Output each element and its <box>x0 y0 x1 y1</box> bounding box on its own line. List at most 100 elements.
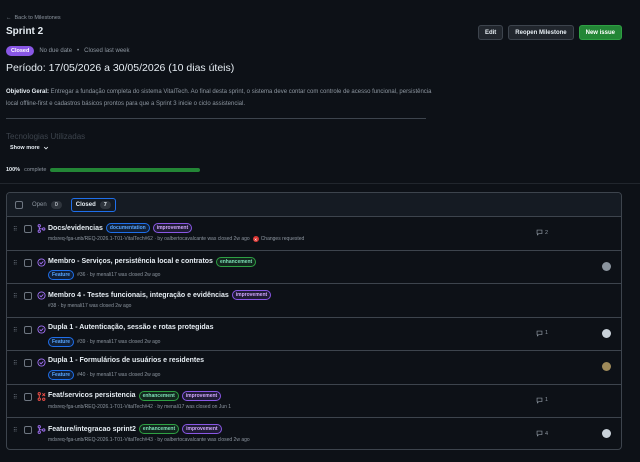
comment-count-value: 2 <box>545 229 549 236</box>
row-checkbox[interactable] <box>24 225 32 233</box>
back-link[interactable]: ← Back to Milestones <box>6 15 61 21</box>
drag-handle-icon[interactable]: ⠿ <box>13 360 17 367</box>
comment-count[interactable]: 1 <box>536 397 548 404</box>
list-item[interactable]: ⠿ Feat/servicos persistencia enhancement i… <box>7 385 621 418</box>
issue-label[interactable]: enhancement <box>138 390 179 401</box>
issue-title[interactable]: Dupla 1 - Formulários de usuários e resi… <box>48 357 204 364</box>
comment-count[interactable]: 1 <box>536 330 548 337</box>
list-item[interactable]: ⠿ Docs/evidencias documentation improvemen… <box>7 217 621 251</box>
issue-title-row: Docs/evidencias documentation improvement <box>48 223 193 233</box>
progress-percent: 100% <box>6 167 21 173</box>
drag-handle-icon[interactable]: ⠿ <box>13 293 17 300</box>
issue-subtitle: mdsreq-fga-unb/REQ-2026.1-T01-VitalTech#… <box>48 404 231 410</box>
x-circle-icon: ✕ <box>252 236 259 242</box>
comment-count-value: 1 <box>545 330 549 336</box>
issue-subtitle: mdsreq-fga-unb/REQ-2026.1-T01-VitalTech#… <box>48 236 304 242</box>
progress-summary: 100% complete <box>6 167 201 173</box>
issue-title-row: Membro 4 - Testes funcionais, integração… <box>48 290 272 300</box>
tab-closed[interactable]: Closed 7 <box>70 197 116 212</box>
avatar[interactable] <box>602 261 611 271</box>
list-item[interactable]: ⠿ Dupla 1 - Formulários de usuários e re… <box>7 351 621 385</box>
issue-label[interactable]: improvement <box>182 424 222 434</box>
avatar[interactable] <box>602 362 611 371</box>
tab-open-count: 0 <box>50 200 62 209</box>
description-text: Entregar a fundação completa do sistema … <box>6 89 432 107</box>
issue-subtitle: mdsreq-fga-unb/REQ-2026.1-T01-VitalTech#… <box>48 437 250 443</box>
issue-title[interactable]: Dupla 1 - Autenticação, sessão e rotas p… <box>48 324 213 331</box>
description-divider <box>6 118 426 119</box>
drag-handle-icon[interactable]: ⠿ <box>13 394 17 401</box>
issue-meta: mdsreq-fga-unb/REQ-2026.1-T01-VitalTech#… <box>48 437 250 443</box>
issue-title[interactable]: Feat/servicos persistencia <box>48 392 136 399</box>
drag-handle-icon[interactable]: ⠿ <box>13 226 17 233</box>
issue-title[interactable]: Membro 4 - Testes funcionais, integração… <box>48 292 229 299</box>
show-more-label: Show more <box>10 145 40 151</box>
issue-meta: #39 · by menali17 was closed 2w ago <box>77 338 161 345</box>
status-badge: Closed <box>6 46 35 56</box>
list-item[interactable]: ⠿ Feature/integracao sprint2 enhancement i… <box>7 418 621 449</box>
row-checkbox[interactable] <box>24 292 32 300</box>
issue-meta: #38 · by menali17 was closed 2w ago <box>48 303 132 309</box>
row-checkbox[interactable] <box>24 258 32 267</box>
list-item[interactable]: ⠿ Dupla 1 - Autenticação, sessão e rotas… <box>7 318 621 351</box>
row-checkbox[interactable] <box>24 325 32 334</box>
arrow-left-icon: ← <box>6 15 12 21</box>
tab-closed-count: 7 <box>99 200 111 209</box>
comment-count[interactable]: 4 <box>536 430 548 437</box>
review-status-label: Changes requested <box>260 236 305 242</box>
issue-type-badge[interactable]: Feature <box>48 336 75 347</box>
row-checkbox[interactable] <box>24 426 32 434</box>
avatar[interactable] <box>602 328 611 338</box>
issue-type-badge[interactable]: Feature <box>48 269 75 280</box>
comment-icon <box>536 330 543 337</box>
tab-open-label: Open <box>32 201 47 208</box>
row-checkbox[interactable] <box>24 359 32 367</box>
tab-open[interactable]: Open 0 <box>28 199 66 211</box>
issue-title[interactable]: Docs/evidencias <box>48 225 103 232</box>
edit-button[interactable]: Edit <box>477 25 504 40</box>
issue-title[interactable]: Membro - Serviços, persistência local e … <box>48 258 213 265</box>
issue-title-row: Dupla 1 - Formulários de usuários e resi… <box>48 357 204 364</box>
comment-count[interactable]: 2 <box>536 229 548 236</box>
issue-title[interactable]: Feature/integracao sprint2 <box>48 426 136 433</box>
issue-closed-icon <box>37 257 46 267</box>
select-all-checkbox[interactable] <box>15 200 23 209</box>
progress-fill <box>50 168 201 172</box>
drag-handle-icon[interactable]: ⠿ <box>13 327 17 334</box>
avatar[interactable] <box>602 429 611 438</box>
milestone-meta: Closed No due date • Closed last week <box>6 46 130 56</box>
comment-count-value: 1 <box>545 397 549 403</box>
list-item[interactable]: ⠿ Membro 4 - Testes funcionais, integraç… <box>7 284 621 318</box>
header-actions: Edit Reopen Milestone New issue <box>477 25 622 40</box>
show-more-button[interactable]: Show more <box>10 145 49 151</box>
row-checkbox[interactable] <box>24 392 32 401</box>
issue-type-badge[interactable]: Feature <box>48 370 75 380</box>
issue-title-row: Dupla 1 - Autenticação, sessão e rotas p… <box>48 324 213 331</box>
new-issue-button[interactable]: New issue <box>578 25 622 40</box>
closed-date: Closed last week <box>84 48 130 54</box>
drag-handle-icon[interactable]: ⠿ <box>13 260 17 267</box>
reopen-milestone-button[interactable]: Reopen Milestone <box>508 25 574 40</box>
due-date: No due date <box>39 48 73 54</box>
issue-list: Open 0 Closed 7 ⠿ Docs/evidencias documen… <box>6 192 622 450</box>
issue-subtitle: Feature #39 · by menali17 was closed 2w a… <box>48 336 161 347</box>
issue-closed-icon <box>37 358 46 367</box>
issue-meta: mdsreq-fga-unb/REQ-2026.1-T01-VitalTech#… <box>48 403 232 410</box>
issue-title-row: Membro - Serviços, persistência local e … <box>48 256 257 267</box>
issue-label[interactable]: enhancement <box>215 256 257 267</box>
issue-closed-icon <box>37 324 46 334</box>
issue-meta: mdsreq-fga-unb/REQ-2026.1-T01-VitalTech#… <box>48 236 250 242</box>
issue-closed-icon <box>37 291 46 300</box>
issue-subtitle: Feature #40 · by menali17 was closed 2w a… <box>48 370 160 380</box>
issue-label[interactable]: enhancement <box>138 424 180 434</box>
faded-heading: Tecnologias Utilizadas <box>6 132 86 141</box>
pull-request-merged-icon <box>37 224 46 233</box>
issue-label[interactable]: improvement <box>152 223 193 233</box>
list-item[interactable]: ⠿ Membro - Serviços, persistência local … <box>7 251 621 284</box>
issue-label[interactable]: improvement <box>181 390 222 401</box>
issue-label[interactable]: documentation <box>105 223 150 233</box>
progress-suffix: complete <box>24 167 47 173</box>
issue-label[interactable]: improvement <box>231 290 272 300</box>
milestone-description: Objetivo Geral: Entregar a fundação comp… <box>6 86 436 110</box>
drag-handle-icon[interactable]: ⠿ <box>13 427 17 434</box>
